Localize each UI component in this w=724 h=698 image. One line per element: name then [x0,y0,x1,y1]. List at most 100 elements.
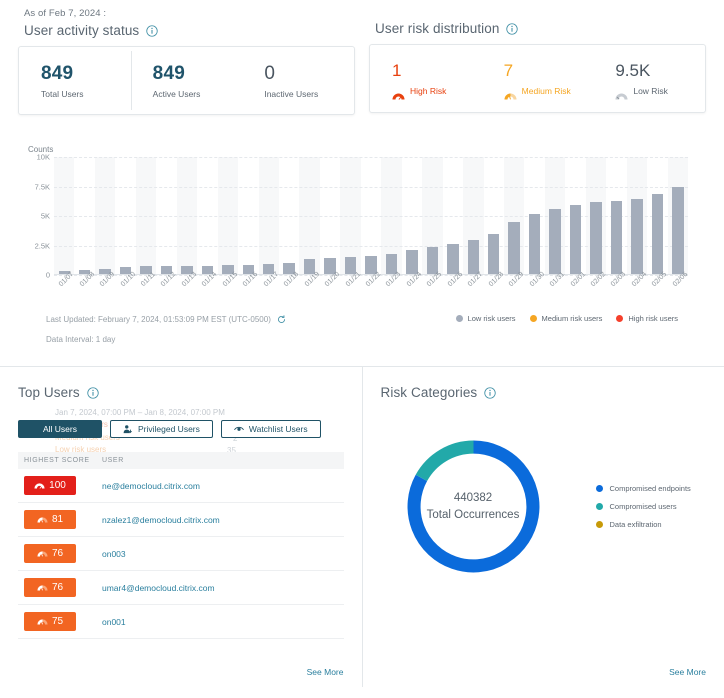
chart-bar [631,199,642,275]
user-name[interactable]: umar4@democloud.citrix.com [76,583,215,593]
low-risk-value: 9.5K [615,61,705,81]
table-body: 100ne@democloud.citrix.com81nzalez1@demo… [18,469,344,639]
chart-bar-cell[interactable] [259,157,279,275]
chart-bar-cell[interactable] [443,157,463,275]
active-users-value: 849 [153,62,243,86]
legend-item[interactable]: High risk users [616,314,678,323]
inactive-users-value: 0 [264,62,354,86]
user-risk-panel: User risk distribution 1 High Risk [369,0,706,115]
x-tick-cell: 01/14 [197,275,217,301]
chart-bar-cell[interactable] [484,157,504,275]
chart-bar-cell[interactable] [177,157,197,275]
y-tick: 10K [37,153,50,162]
x-tick-cell: 01/12 [156,275,176,301]
chart-bar-cell[interactable] [54,157,74,275]
user-activity-header: User activity status [18,23,355,46]
chart-y-axis-label: Counts [28,145,706,154]
chart-bar-cell[interactable] [586,157,606,275]
x-tick-cell: 01/13 [177,275,197,301]
user-risk-timeline-chart: Counts 02.5K5K7.5K10K 01/0701/0801/0901/… [0,145,724,344]
chart-bar-cell[interactable] [299,157,319,275]
user-name[interactable]: ne@democloud.citrix.com [76,481,200,491]
active-users-label: Active Users [153,89,243,99]
chart-bar-cell[interactable] [504,157,524,275]
chart-bar-cell[interactable] [463,157,483,275]
chart-bar-cell[interactable] [95,157,115,275]
chart-bar-cell[interactable] [381,157,401,275]
tab-watchlist-users[interactable]: Watchlist Users [221,420,321,438]
donut-legend-item[interactable]: Compromised users [596,502,691,511]
user-name[interactable]: nzalez1@democloud.citrix.com [76,515,220,525]
chart-bar [488,234,499,275]
top-users-see-more[interactable]: See More [307,667,344,677]
chart-bar-cell[interactable] [238,157,258,275]
user-activity-panel: As of Feb 7, 2024 : User activity status… [18,0,355,115]
legend-item[interactable]: Medium risk users [530,314,603,323]
x-tick-cell: 02/06 [668,275,688,301]
chart-legend: Low risk users Medium risk users High risk… [456,314,678,323]
x-tick-cell: 01/19 [299,275,319,301]
chart-bar-cell[interactable] [668,157,688,275]
tab-all-users-label: All Users [43,424,77,434]
x-tick-cell: 01/17 [259,275,279,301]
donut-total-label: Total Occurrences [427,507,520,524]
refresh-icon[interactable] [277,315,286,324]
x-tick-cell: 02/02 [586,275,606,301]
user-name[interactable]: on001 [76,617,126,627]
risk-high: 1 High Risk [370,61,482,95]
gauge-medium-icon [37,618,48,625]
gauge-low-icon [615,87,628,95]
chart-bar-cell[interactable] [545,157,565,275]
chart-bar-cell[interactable] [74,157,94,275]
table-row[interactable]: 76on003 [18,537,344,571]
x-tick-cell: 02/05 [647,275,667,301]
chart-bar-cell[interactable] [218,157,238,275]
chart-bar-cell[interactable] [279,157,299,275]
spacer [369,0,706,21]
donut-legend-item[interactable]: Compromised endpoints [596,484,691,493]
gauge-medium-icon [37,550,48,557]
score-value: 75 [52,616,63,627]
risk-low: 9.5K Low Risk [593,61,705,95]
chart-bar-cell[interactable] [115,157,135,275]
chart-bar-cell[interactable] [606,157,626,275]
x-tick-cell: 01/30 [524,275,544,301]
x-tick-cell: 01/10 [115,275,135,301]
gauge-medium-icon [37,516,48,523]
chart-bar-cell[interactable] [320,157,340,275]
table-row[interactable]: 76umar4@democloud.citrix.com [18,571,344,605]
info-icon[interactable] [87,387,99,399]
chart-bar [508,222,519,275]
info-icon[interactable] [146,25,158,37]
summary-row: As of Feb 7, 2024 : User activity status… [0,0,724,115]
total-users-label: Total Users [41,89,131,99]
chart-bar-cell[interactable] [402,157,422,275]
legend-label: Compromised users [610,502,677,511]
user-name[interactable]: on003 [76,549,126,559]
chart-plot-area[interactable]: 02.5K5K7.5K10K [54,157,688,275]
table-row[interactable]: 75 on001 [18,605,344,639]
info-icon[interactable] [484,387,496,399]
legend-item[interactable]: Low risk users [456,314,516,323]
chart-bar-cell[interactable] [524,157,544,275]
medium-risk-label: Medium Risk [522,86,571,96]
chart-bar-cell[interactable] [156,157,176,275]
donut-legend-item[interactable]: Data exfiltration [596,520,691,529]
chart-bar-cell[interactable] [647,157,667,275]
chart-bar-cell[interactable] [340,157,360,275]
chart-bar-cell[interactable] [627,157,647,275]
info-icon[interactable] [506,23,518,35]
y-tick: 0 [46,271,50,280]
chart-bar-cell[interactable] [136,157,156,275]
risk-categories-see-more[interactable]: See More [669,667,706,677]
table-row[interactable]: 100ne@democloud.citrix.com [18,469,344,503]
tab-privileged-users-label: Privileged Users [138,424,200,434]
chart-bar-cell[interactable] [361,157,381,275]
tab-all-users[interactable]: All Users [18,420,102,438]
chart-bar-cell[interactable] [422,157,442,275]
chart-bar-cell[interactable] [197,157,217,275]
tab-privileged-users[interactable]: Privileged Users [110,420,213,438]
x-tick-cell: 01/31 [545,275,565,301]
chart-bar-cell[interactable] [565,157,585,275]
table-row[interactable]: 81nzalez1@democloud.citrix.com [18,503,344,537]
